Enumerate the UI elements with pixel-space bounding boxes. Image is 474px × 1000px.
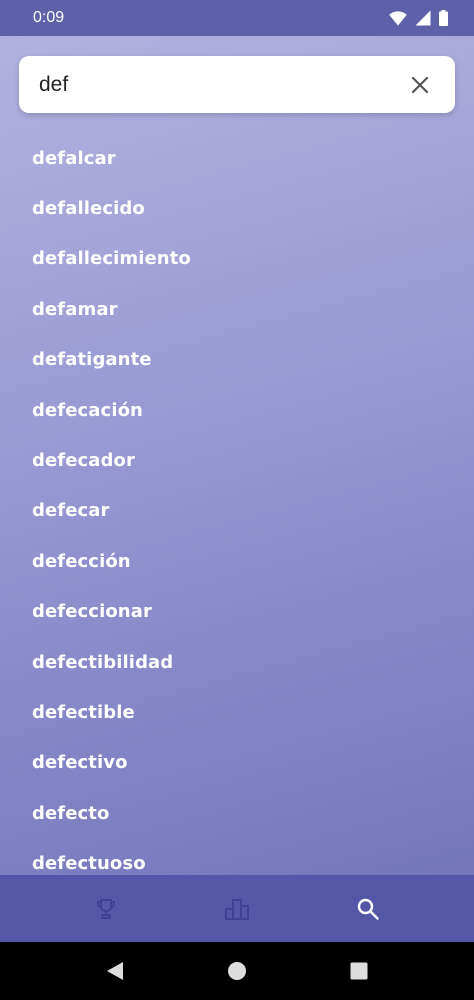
trophy-icon (96, 898, 115, 919)
status-icons (389, 10, 448, 26)
result-item[interactable]: defeccionar (0, 587, 474, 637)
results-list: defalcar defallecido defallecimiento defama… (0, 133, 474, 875)
status-bar: 0:09 (0, 0, 474, 36)
result-item[interactable]: defamar (0, 284, 474, 334)
back-icon (107, 962, 123, 980)
leaderboard-icon (224, 898, 249, 920)
bottom-nav (0, 875, 474, 942)
back-button[interactable] (54, 942, 176, 1000)
result-item[interactable]: defecto (0, 788, 474, 838)
signal-icon (415, 10, 431, 26)
clear-search-button[interactable] (405, 70, 435, 100)
result-item[interactable]: defalcar (0, 133, 474, 183)
result-item[interactable]: defallecimiento (0, 234, 474, 284)
result-item[interactable]: defección (0, 536, 474, 586)
result-item[interactable]: defectivo (0, 738, 474, 788)
nav-leaderboard[interactable] (197, 875, 277, 942)
status-time: 0:09 (33, 9, 65, 26)
search-icon (358, 898, 380, 920)
result-item[interactable]: defectible (0, 687, 474, 737)
system-nav (0, 942, 474, 1000)
close-icon (411, 76, 429, 93)
search-box (19, 56, 455, 113)
nav-search[interactable] (328, 875, 408, 942)
recents-button[interactable] (298, 942, 420, 1000)
home-icon (228, 962, 246, 980)
recents-icon (350, 962, 368, 980)
result-item[interactable]: defectibilidad (0, 637, 474, 687)
result-item[interactable]: defectuoso (0, 838, 474, 875)
home-button[interactable] (176, 942, 298, 1000)
screen: 0:09 defalcardefallecidodefallecimientod… (0, 0, 474, 1000)
result-item[interactable]: defecación (0, 385, 474, 435)
nav-trophy[interactable] (66, 875, 146, 942)
result-item[interactable]: defecador (0, 435, 474, 485)
result-item[interactable]: defecar (0, 486, 474, 536)
result-item[interactable]: defatigante (0, 335, 474, 385)
battery-icon (439, 10, 448, 26)
wifi-icon (389, 10, 407, 25)
search-input[interactable] (39, 72, 405, 97)
result-item[interactable]: defallecido (0, 183, 474, 233)
